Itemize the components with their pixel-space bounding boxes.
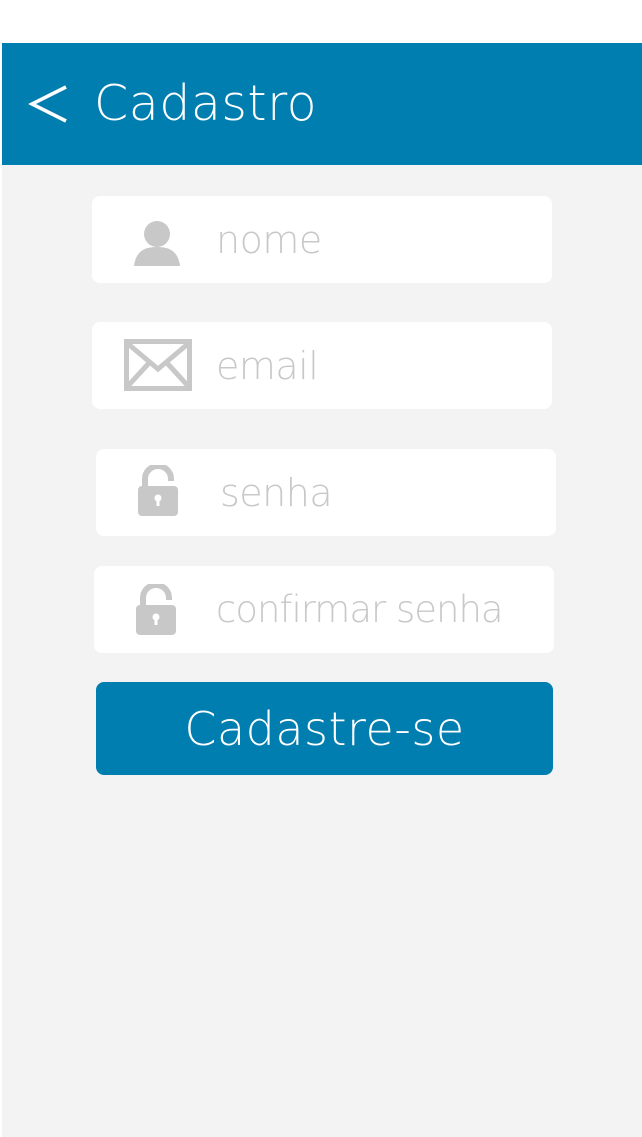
name-input[interactable] — [216, 196, 536, 283]
envelope-icon — [124, 339, 192, 391]
password-field[interactable] — [96, 449, 556, 536]
back-button[interactable] — [26, 81, 72, 127]
page-title: Cadastro — [94, 75, 318, 132]
chevron-left-icon — [28, 85, 67, 123]
password-input[interactable] — [220, 449, 540, 536]
lock-icon — [138, 465, 178, 516]
lock-icon — [136, 584, 176, 635]
app-header: Cadastro — [2, 43, 642, 165]
user-icon — [134, 221, 180, 266]
register-button[interactable]: Cadastre-se — [96, 682, 553, 775]
email-input[interactable] — [216, 322, 536, 409]
name-field[interactable] — [92, 196, 552, 283]
email-field[interactable] — [92, 322, 552, 409]
confirm-password-input[interactable] — [216, 566, 552, 653]
confirm-password-field[interactable] — [94, 566, 554, 653]
